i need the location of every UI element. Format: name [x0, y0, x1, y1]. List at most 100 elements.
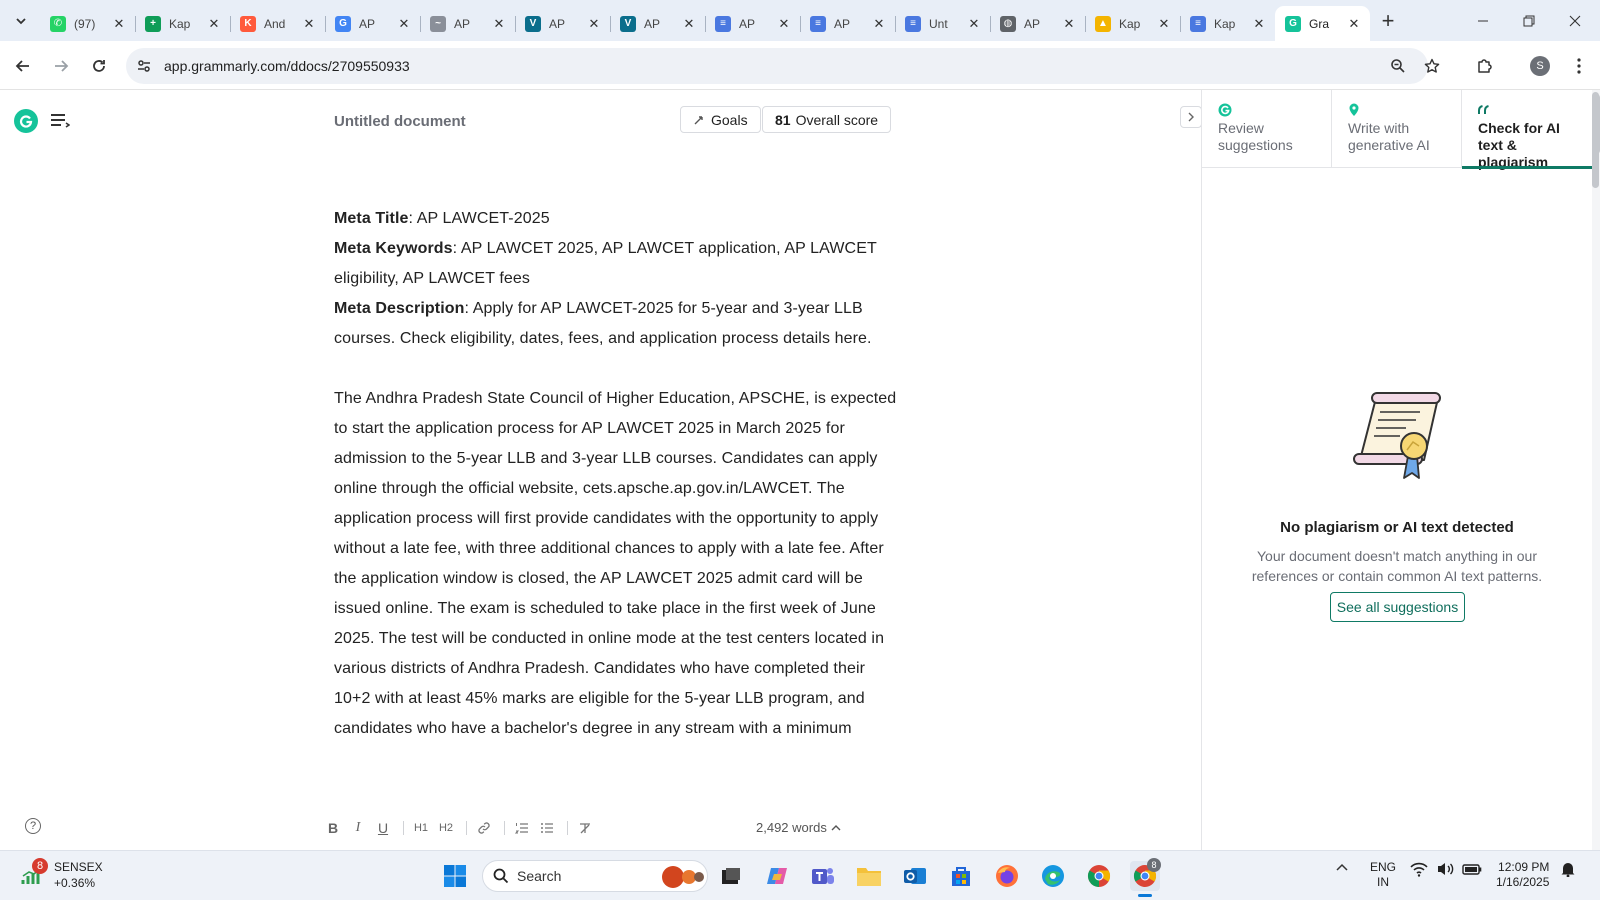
browser-tab[interactable]: ≡ AP ✕	[705, 6, 800, 41]
collapse-panel-button[interactable]	[1180, 106, 1202, 128]
browser-tab[interactable]: V AP ✕	[515, 6, 610, 41]
close-window-button[interactable]	[1552, 0, 1598, 41]
browser-menu-button[interactable]	[1564, 51, 1594, 81]
browser-tab[interactable]: V AP ✕	[610, 6, 705, 41]
close-tab-icon[interactable]: ✕	[206, 16, 222, 32]
meta-title-label: Meta Title	[334, 210, 409, 227]
close-icon	[1569, 15, 1581, 26]
task-view-button[interactable]	[716, 861, 746, 891]
close-tab-icon[interactable]: ✕	[681, 16, 697, 32]
word-count-toggle[interactable]: 2,492 words	[756, 820, 841, 835]
file-explorer-button[interactable]	[854, 861, 884, 891]
help-icon[interactable]: ?	[25, 818, 41, 834]
site-info-icon[interactable]	[134, 56, 154, 76]
address-bar[interactable]: app.grammarly.com/ddocs/2709550933	[126, 48, 1440, 84]
url-text[interactable]: app.grammarly.com/ddocs/2709550933	[164, 58, 410, 74]
meta-description-label: Meta Description	[334, 300, 465, 317]
tab-title: AP	[1024, 16, 1041, 31]
close-tab-icon[interactable]: ✕	[1251, 16, 1267, 32]
browser-tab[interactable]: G AP ✕	[325, 6, 420, 41]
close-tab-icon[interactable]: ✕	[1346, 16, 1362, 32]
bold-button[interactable]: B	[322, 817, 344, 839]
input-language-indicator[interactable]: ENG IN	[1370, 860, 1396, 890]
browser-tab[interactable]: K And ✕	[230, 6, 325, 41]
numbered-list-button[interactable]	[511, 817, 533, 839]
volume-icon[interactable]	[1436, 861, 1454, 877]
close-tab-icon[interactable]: ✕	[966, 16, 982, 32]
sensex-widget[interactable]: 8 SENSEX +0.36%	[20, 858, 103, 891]
meta-keywords-label: Meta Keywords	[334, 240, 453, 257]
search-placeholder: Search	[517, 868, 562, 884]
browser-tab[interactable]: ~ AP ✕	[420, 6, 515, 41]
docs-icon: ≡	[1190, 15, 1206, 32]
bookmark-star-icon[interactable]	[1422, 56, 1442, 76]
reload-button[interactable]	[84, 51, 114, 81]
browser-tab[interactable]: + Kap ✕	[135, 6, 230, 41]
start-button[interactable]	[440, 861, 470, 891]
notification-bell-icon[interactable]	[1560, 861, 1576, 877]
tab-title: AP	[739, 16, 756, 31]
chrome-profile-button[interactable]: 8	[1130, 858, 1161, 897]
windows-taskbar: 8 SENSEX +0.36% Search 8 ENG IN 12:09 PM…	[0, 850, 1600, 900]
grammarly-logo-icon[interactable]	[14, 109, 38, 133]
new-tab-button[interactable]: +	[1376, 8, 1400, 33]
show-hidden-icons-button[interactable]	[1334, 861, 1350, 875]
close-tab-icon[interactable]: ✕	[1061, 16, 1077, 32]
browser-tab[interactable]: ▲ Kap ✕	[1085, 6, 1180, 41]
document-body[interactable]: Meta Title: AP LAWCET-2025 Meta Keywords…	[334, 204, 900, 804]
empty-state-title: No plagiarism or AI text detected	[1280, 519, 1514, 536]
document-menu-icon[interactable]	[48, 111, 71, 131]
minimize-button[interactable]	[1460, 0, 1506, 41]
tab-review-suggestions[interactable]: Review suggestions	[1202, 90, 1332, 168]
back-button[interactable]	[8, 51, 38, 81]
close-tab-icon[interactable]: ✕	[586, 16, 602, 32]
close-tab-icon[interactable]: ✕	[111, 16, 127, 32]
system-clock[interactable]: 12:09 PM 1/16/2025	[1496, 860, 1549, 890]
edge-button[interactable]	[1038, 861, 1068, 891]
close-tab-icon[interactable]: ✕	[491, 16, 507, 32]
underline-button[interactable]: U	[372, 817, 394, 839]
document-title[interactable]: Untitled document	[334, 113, 466, 130]
bullet-list-button[interactable]	[536, 817, 558, 839]
close-tab-icon[interactable]: ✕	[396, 16, 412, 32]
teams-button[interactable]	[808, 861, 838, 891]
outlook-button[interactable]	[900, 861, 930, 891]
extensions-button[interactable]	[1470, 51, 1500, 81]
profile-avatar[interactable]: S	[1530, 56, 1550, 76]
browser-tab[interactable]: ✆ (97) ✕	[40, 6, 135, 41]
browser-tab[interactable]: ≡ Unt ✕	[895, 6, 990, 41]
taskbar-search[interactable]: Search	[482, 860, 708, 892]
tab-check-ai-plagiarism[interactable]: Check for AI text & plagiarism	[1462, 90, 1592, 170]
heading2-button[interactable]: H2	[435, 817, 457, 839]
link-button[interactable]	[473, 817, 495, 839]
wifi-icon[interactable]	[1410, 861, 1428, 877]
browser-tab[interactable]: ◍ AP ✕	[990, 6, 1085, 41]
browser-tab[interactable]: G Gra ✕	[1275, 6, 1370, 41]
goals-button[interactable]: Goals	[680, 106, 761, 133]
tab-write-generative-ai[interactable]: Write with generative AI	[1332, 90, 1462, 168]
see-all-suggestions-button[interactable]: See all suggestions	[1330, 592, 1465, 622]
clear-format-button[interactable]	[574, 817, 596, 839]
tab-title: Kap	[169, 16, 191, 31]
store-button[interactable]	[946, 861, 976, 891]
overall-score-button[interactable]: 81 Overall score	[762, 106, 892, 133]
quote-icon	[1478, 102, 1578, 118]
tab-search-button[interactable]	[8, 8, 34, 34]
page-scrollbar-thumb[interactable]	[1592, 92, 1599, 188]
close-tab-icon[interactable]: ✕	[871, 16, 887, 32]
close-tab-icon[interactable]: ✕	[1156, 16, 1172, 32]
page-scrollbar[interactable]	[1591, 90, 1600, 850]
restore-button[interactable]	[1506, 0, 1552, 41]
heading1-button[interactable]: H1	[410, 817, 432, 839]
copilot-button[interactable]	[762, 861, 792, 891]
chrome-button[interactable]	[1084, 861, 1114, 891]
battery-icon[interactable]	[1462, 861, 1482, 877]
firefox-button[interactable]	[992, 861, 1022, 891]
italic-button[interactable]: I	[347, 817, 369, 839]
forward-button[interactable]	[46, 51, 76, 81]
zoom-icon[interactable]	[1388, 56, 1408, 76]
browser-tab[interactable]: ≡ AP ✕	[800, 6, 895, 41]
close-tab-icon[interactable]: ✕	[301, 16, 317, 32]
browser-tab[interactable]: ≡ Kap ✕	[1180, 6, 1275, 41]
close-tab-icon[interactable]: ✕	[776, 16, 792, 32]
